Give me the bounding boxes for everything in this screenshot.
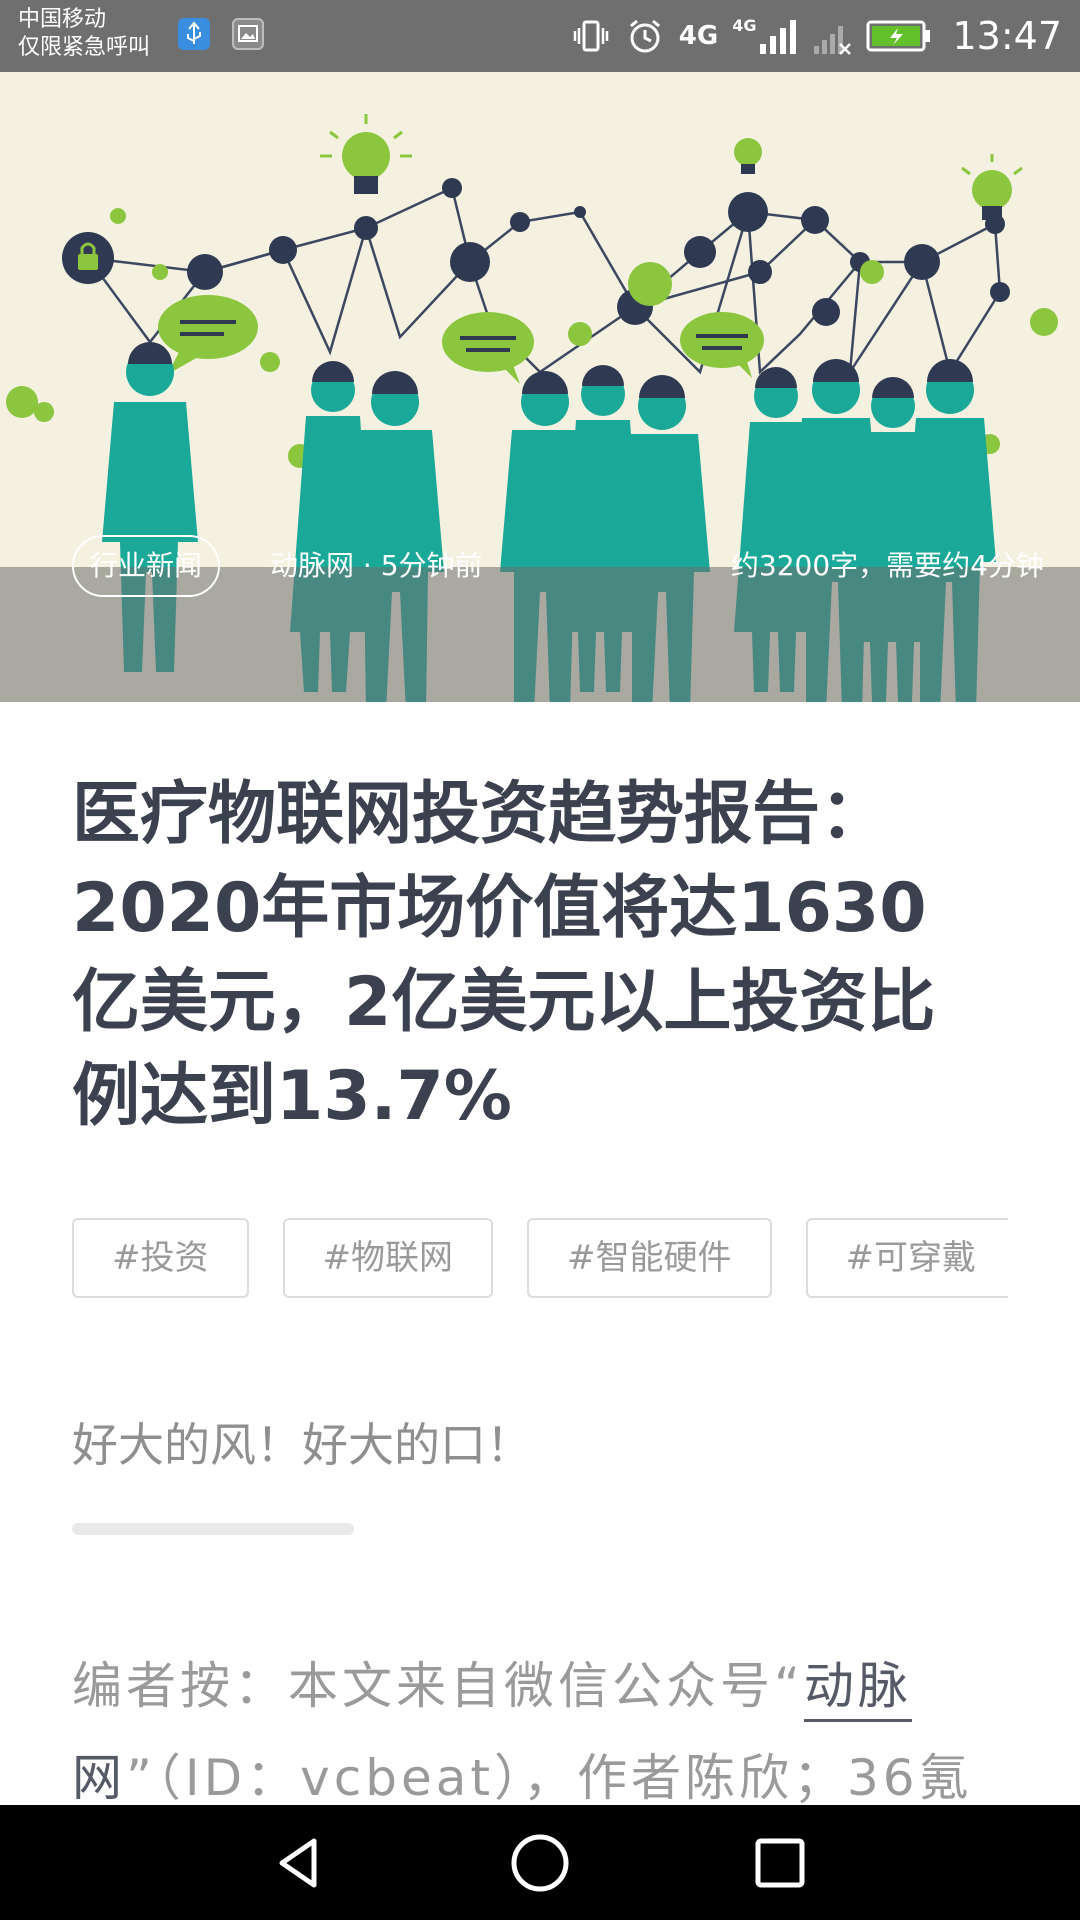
network-type-2: 4G [732, 16, 757, 35]
signal-icon: 4G [732, 16, 798, 56]
hero-image[interactable] [0, 72, 1080, 702]
image-icon [232, 18, 264, 50]
source-time: 动脉网 · 5分钟前 [270, 549, 483, 582]
network-type-1: 4G [678, 21, 719, 51]
editor-note: 编者按：本文来自微信公众号“动脉网”（ID：vcbeat），作者陈欣；36氪 [72, 1640, 1008, 1824]
back-button[interactable] [264, 1827, 336, 1899]
alarm-icon [625, 16, 665, 56]
tag-smart-hardware[interactable]: #智能硬件 [527, 1218, 772, 1298]
category-tag[interactable]: 行业新闻 [72, 535, 221, 597]
recent-apps-button[interactable] [744, 1827, 816, 1899]
carrier-info: 中国移动 仅限紧急呼叫 [18, 6, 150, 62]
article-subtitle: 好大的风！好大的口！ [72, 1418, 532, 1472]
carrier-status: 仅限紧急呼叫 [18, 35, 151, 60]
status-bar: 中国移动 仅限紧急呼叫 4G 4G 13:47 [0, 0, 1080, 72]
reading-time: 约3200字，需要约4分钟 [730, 549, 1044, 582]
status-icons: 4G 4G 13:47 [571, 0, 1062, 72]
tag-wearable[interactable]: #可穿戴 [805, 1218, 1008, 1298]
no-signal-icon [812, 16, 852, 56]
tag-investment[interactable]: #投资 [72, 1218, 249, 1298]
usb-icon [178, 18, 210, 50]
article-title: 医疗物联网投资趋势报告：2020年市场价值将达1630亿美元，2亿美元以上投资比… [72, 775, 936, 1136]
tag-iot[interactable]: #物联网 [282, 1218, 493, 1298]
vibrate-icon [571, 16, 611, 56]
editor-note-suffix: ”（ID：vcbeat），作者陈欣；36氪 [126, 1749, 973, 1807]
divider [72, 1523, 354, 1535]
clock: 13:47 [952, 14, 1062, 58]
back-icon [279, 1838, 317, 1888]
navigation-bar [0, 1805, 1080, 1920]
battery-charging-icon [866, 18, 932, 54]
home-icon [511, 1834, 569, 1892]
recent-apps-icon [755, 1838, 805, 1888]
tag-list: #投资 #物联网 #智能硬件 #可穿戴 [72, 1218, 1008, 1298]
carrier-name: 中国移动 [18, 7, 107, 32]
home-button[interactable] [504, 1827, 576, 1899]
editor-note-prefix: 编者按：本文来自微信公众号“ [72, 1657, 804, 1715]
